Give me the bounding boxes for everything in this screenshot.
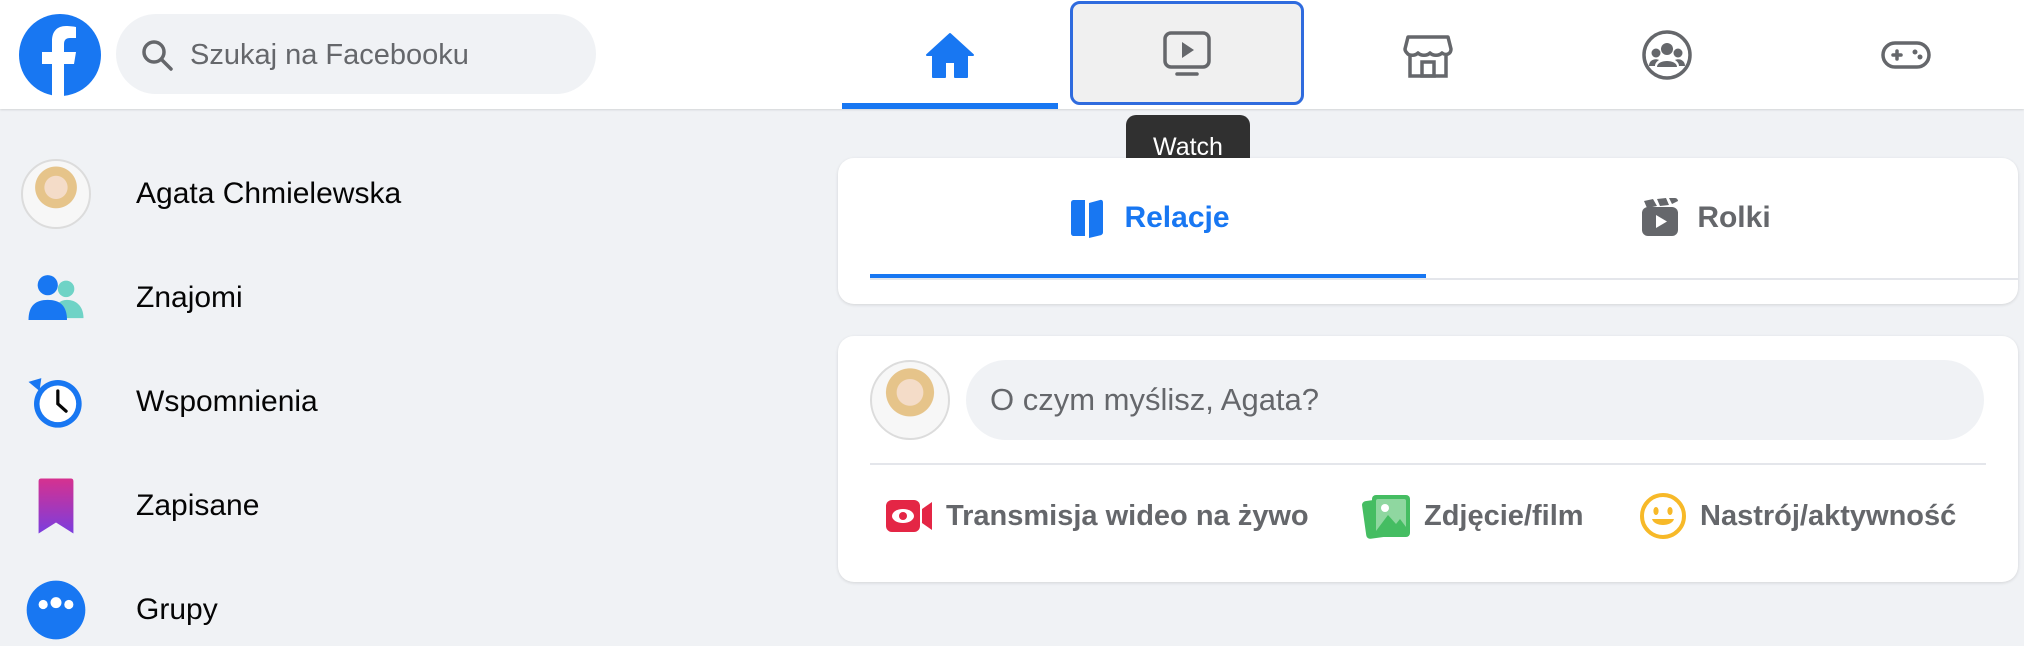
reels-icon: [1642, 198, 1679, 236]
action-label: Transmisja wideo na żywo: [946, 499, 1309, 532]
sidebar-item-friends[interactable]: Znajomi: [20, 262, 243, 334]
bookmark-icon: [38, 478, 74, 534]
tab-label: Relacje: [1124, 201, 1230, 234]
sidebar-item-profile[interactable]: Agata Chmielewska: [20, 158, 401, 230]
active-tab-indicator: [842, 103, 1058, 109]
search-input[interactable]: [188, 14, 582, 96]
action-label: Zdjęcie/film: [1424, 499, 1584, 532]
nav-tab-home[interactable]: [842, 0, 1058, 109]
groups-icon: [26, 580, 86, 640]
feeling-activity-button[interactable]: Nastrój/aktywność: [1638, 486, 1956, 546]
live-video-button[interactable]: Transmisja wideo na żywo: [884, 486, 1309, 546]
live-video-icon: [886, 500, 932, 532]
profile-avatar: [20, 158, 92, 230]
home-icon: [926, 32, 974, 78]
sidebar-item-label: Wspomnienia: [136, 385, 318, 418]
tab-label: Rolki: [1697, 201, 1771, 234]
groups-icon: [1642, 29, 1692, 80]
search-box[interactable]: [116, 14, 596, 96]
friends-icon: [28, 275, 84, 320]
sidebar-item-saved[interactable]: Zapisane: [20, 470, 259, 542]
tab-stories[interactable]: Relacje: [870, 158, 1426, 280]
sidebar-item-label: Grupy: [136, 593, 218, 626]
composer-input[interactable]: O czym myślisz, Agata?: [966, 360, 1984, 440]
nav-tab-watch[interactable]: [1070, 1, 1304, 105]
photo-video-button[interactable]: Zdjęcie/film: [1362, 486, 1584, 546]
divider: [870, 278, 2018, 280]
sidebar-item-label: Znajomi: [136, 281, 243, 314]
store-icon: [1403, 34, 1453, 78]
book-icon: [1071, 199, 1104, 238]
post-composer-card: O czym myślisz, Agata? Transmisja wideo …: [838, 336, 2018, 582]
search-icon: [142, 40, 173, 71]
stories-card: Relacje Rolki: [838, 158, 2018, 304]
gamepad-icon: [1881, 40, 1931, 69]
top-navigation-bar: [0, 0, 2024, 109]
video-icon: [1163, 31, 1211, 76]
feeling-icon: [1640, 493, 1686, 539]
nav-tab-gaming[interactable]: [1798, 0, 2014, 109]
tab-reels[interactable]: Rolki: [1426, 158, 1984, 278]
memories-icon: [28, 378, 82, 428]
facebook-logo-icon[interactable]: [19, 14, 101, 96]
photo-icon: [1362, 495, 1410, 539]
action-label: Nastrój/aktywność: [1700, 499, 1957, 532]
sidebar-item-label: Zapisane: [136, 489, 260, 522]
composer-avatar[interactable]: [870, 360, 950, 440]
sidebar-item-groups[interactable]: Grupy: [20, 574, 218, 646]
sidebar-item-memories[interactable]: Wspomnienia: [20, 366, 318, 438]
divider: [870, 463, 1986, 465]
sidebar-item-label: Agata Chmielewska: [136, 177, 402, 210]
nav-tab-groups[interactable]: [1559, 0, 1775, 109]
nav-tab-marketplace[interactable]: [1320, 0, 1536, 109]
